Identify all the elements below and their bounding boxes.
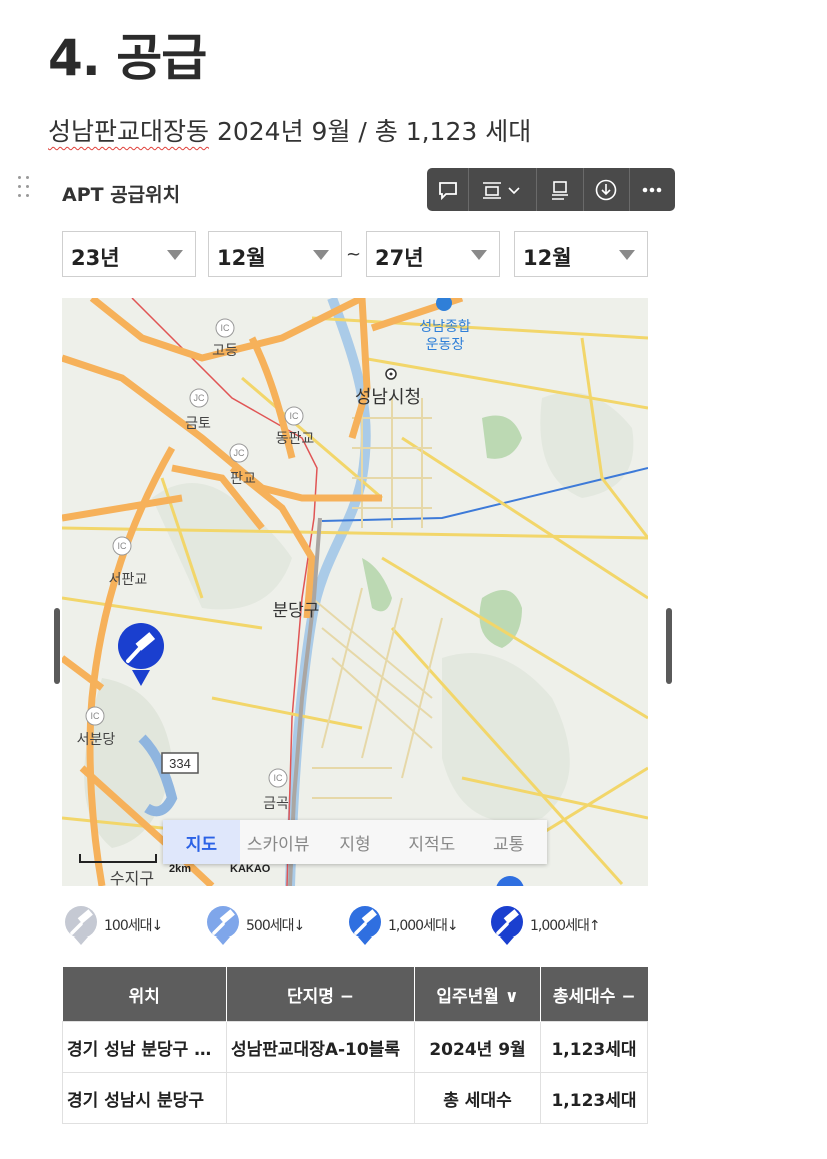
tab-cadastral[interactable]: 지적도	[393, 820, 470, 864]
marker-1000-plus-icon	[491, 906, 523, 945]
resize-handle-right[interactable]	[666, 608, 672, 684]
from-year-value: 23년	[71, 246, 120, 270]
map-canvas: 334 IC JC IC JC IC IC IC 성남종합 운동장 성남시청 분…	[62, 298, 648, 886]
map-label-godeung: 고등	[212, 342, 238, 358]
svg-text:JC: JC	[234, 448, 246, 458]
download-button[interactable]	[584, 168, 630, 211]
marker-500-icon	[207, 906, 239, 945]
caption-icon	[551, 180, 568, 200]
subtitle-summary: 2024년 9월 / 총 1,123 세대	[209, 117, 532, 146]
col-complex-name[interactable]: 단지명 −	[226, 967, 415, 1022]
cell-total-units: 1,123세대	[540, 1072, 648, 1124]
page-title: 4. 공급	[48, 29, 207, 87]
to-year-select[interactable]: 27년	[366, 231, 500, 277]
cell-total-label: 총 세대수	[414, 1072, 541, 1124]
widget-title: APT 공급위치	[62, 184, 181, 206]
legend-label: 1,000세대↑	[530, 918, 601, 934]
comment-icon	[438, 181, 457, 200]
more-icon	[643, 187, 662, 192]
col-location[interactable]: 위치	[62, 967, 227, 1022]
from-month-select[interactable]: 12월	[208, 231, 342, 277]
page-subtitle: 성남판교대장동 2024년 9월 / 총 1,123 세대	[48, 112, 531, 148]
download-icon	[595, 179, 617, 200]
legend-item: 1,000세대↑	[488, 905, 601, 945]
cell-total-units: 1,123세대	[540, 1021, 648, 1073]
svg-text:JC: JC	[194, 393, 206, 403]
to-month-value: 12월	[523, 246, 572, 270]
map-label-bundang: 분당구	[273, 601, 320, 620]
supply-table: 위치 단지명 − 입주년월 ∨ 총세대수 − 경기 성남 분당구 대장동 성남판…	[62, 967, 648, 1124]
map-label-city-hall: 성남시청	[355, 387, 421, 407]
map-view[interactable]: 334 IC JC IC JC IC IC IC 성남종합 운동장 성남시청 분…	[62, 298, 648, 886]
tab-terrain[interactable]: 지형	[317, 820, 394, 864]
legend-label: 500세대↓	[246, 918, 305, 934]
svg-text:IC: IC	[221, 323, 231, 333]
marker-100-icon	[65, 906, 97, 945]
chevron-down-icon	[471, 250, 487, 260]
svg-text:IC: IC	[118, 541, 128, 551]
map-label-geumto: 금토	[185, 415, 211, 431]
to-month-select[interactable]: 12월	[514, 231, 648, 277]
map-type-tabs: 지도 스카이뷰 지형 지적도 교통	[163, 820, 547, 864]
chevron-down-icon	[313, 250, 329, 260]
marker-1000-icon	[349, 906, 381, 945]
caption-button[interactable]	[537, 168, 584, 211]
map-label-seobundang: 서분당	[77, 731, 116, 747]
cell-complex-name	[226, 1072, 415, 1124]
map-brand: KAKAO	[230, 863, 271, 875]
map-label-dongpangyo: 동판교	[276, 430, 315, 446]
from-month-value: 12월	[217, 246, 266, 270]
comment-button[interactable]	[427, 168, 470, 211]
cell-location: 경기 성남 분당구 대장동	[62, 1021, 227, 1073]
tab-skyview[interactable]: 스카이뷰	[240, 820, 317, 864]
table-total-row: 경기 성남시 분당구 총 세대수 1,123세대	[62, 1072, 648, 1124]
route-shield-label: 334	[169, 756, 191, 771]
map-label-stadium-2: 운동장	[426, 336, 465, 352]
subtitle-location: 성남판교대장동	[48, 117, 210, 146]
cell-move-in: 2024년 9월	[414, 1021, 541, 1073]
to-year-value: 27년	[375, 246, 424, 270]
map-label-pangyo: 판교	[230, 470, 256, 486]
tab-traffic[interactable]: 교통	[470, 820, 547, 864]
svg-text:IC: IC	[290, 411, 300, 421]
align-icon	[482, 181, 520, 199]
svg-text:IC: IC	[91, 711, 101, 721]
map-label-suji: 수지구	[110, 870, 154, 886]
align-dropdown-button[interactable]	[469, 168, 538, 211]
legend-label: 1,000세대↓	[388, 918, 459, 934]
tab-map[interactable]: 지도	[163, 820, 240, 864]
map-label-stadium-1: 성남종합	[419, 318, 471, 334]
chevron-down-icon	[619, 250, 635, 260]
scale-label: 2km	[169, 863, 191, 875]
from-year-select[interactable]: 23년	[62, 231, 196, 277]
cell-location: 경기 성남시 분당구	[62, 1072, 227, 1124]
range-separator: ~	[346, 244, 362, 265]
chevron-down-icon	[167, 250, 183, 260]
legend-item: 100세대↓	[62, 905, 163, 945]
more-button[interactable]	[630, 168, 675, 211]
svg-text:IC: IC	[274, 773, 284, 783]
map-label-geumgok: 금곡	[263, 795, 289, 811]
resize-handle-left[interactable]	[54, 608, 60, 684]
table-row[interactable]: 경기 성남 분당구 대장동 성남판교대장A-10블록 2024년 9월 1,12…	[62, 1021, 648, 1073]
legend-label: 100세대↓	[104, 918, 163, 934]
cell-complex-name: 성남판교대장A-10블록	[226, 1021, 415, 1073]
legend-item: 500세대↓	[204, 905, 305, 945]
marker-legend: 100세대↓ 500세대↓ 1,000세대↓ 1,000세대↑	[62, 905, 662, 949]
legend-item: 1,000세대↓	[346, 905, 459, 945]
col-move-in[interactable]: 입주년월 ∨	[414, 967, 541, 1022]
map-label-seopangyo: 서판교	[109, 571, 148, 587]
widget-toolbar	[427, 168, 675, 211]
table-header-row: 위치 단지명 − 입주년월 ∨ 총세대수 −	[62, 967, 648, 1022]
col-total-units[interactable]: 총세대수 −	[540, 967, 648, 1022]
drag-handle-icon[interactable]	[16, 174, 34, 200]
